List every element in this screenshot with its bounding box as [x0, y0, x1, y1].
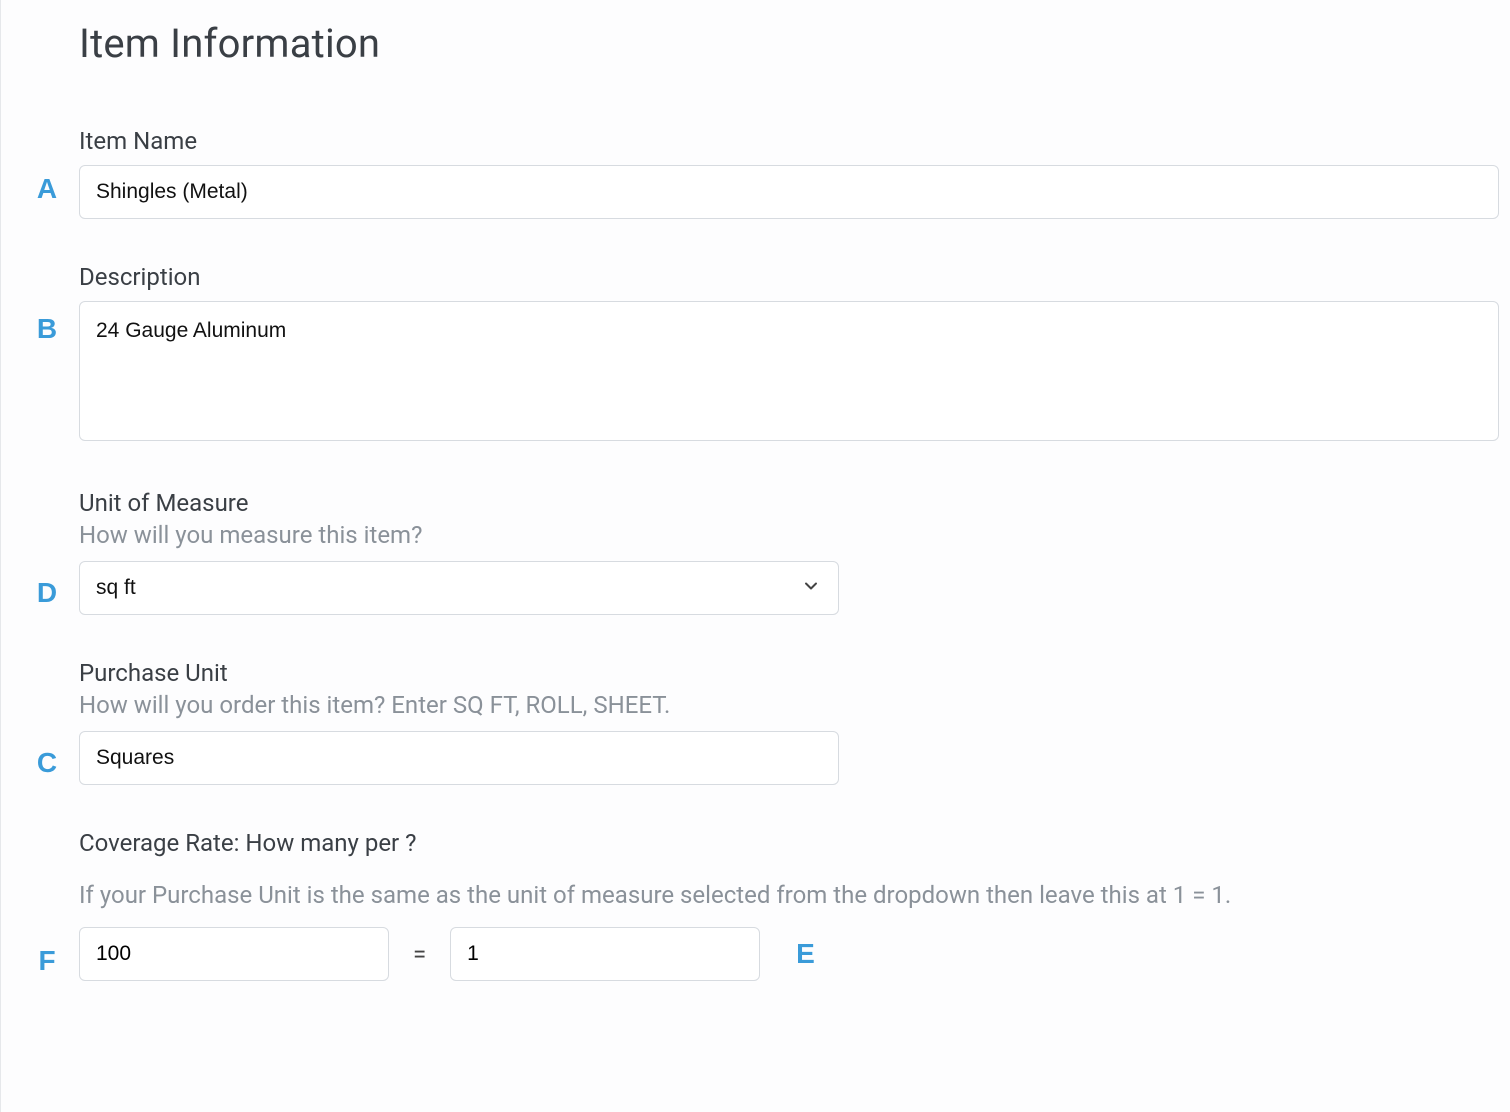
page-title: Item Information [79, 20, 1510, 67]
coverage-rate-label: Coverage Rate: How many per ? [79, 829, 1510, 857]
badge-f: F [27, 945, 67, 977]
coverage-rate-field: Coverage Rate: How many per ? If your Pu… [79, 829, 1510, 981]
unit-of-measure-select[interactable] [79, 561, 839, 615]
purchase-unit-field: Purchase Unit How will you order this it… [79, 659, 1510, 785]
unit-of-measure-label: Unit of Measure [79, 489, 1510, 517]
purchase-unit-label: Purchase Unit [79, 659, 1510, 687]
unit-of-measure-field: Unit of Measure How will you measure thi… [79, 489, 1510, 615]
coverage-rate-help: If your Purchase Unit is the same as the… [79, 881, 1510, 909]
item-name-field: Item Name A [79, 127, 1510, 219]
badge-e: E [796, 938, 815, 970]
coverage-left-input[interactable] [79, 927, 389, 981]
badge-d: D [27, 577, 67, 609]
coverage-right-input[interactable] [450, 927, 760, 981]
description-input[interactable] [79, 301, 1499, 441]
purchase-unit-help: How will you order this item? Enter SQ F… [79, 691, 1510, 719]
unit-of-measure-help: How will you measure this item? [79, 521, 1510, 549]
unit-of-measure-select-wrap [79, 561, 839, 615]
badge-a: A [27, 173, 67, 205]
description-label: Description [79, 263, 1510, 291]
description-field: Description B [79, 263, 1510, 445]
item-name-label: Item Name [79, 127, 1510, 155]
purchase-unit-input[interactable] [79, 731, 839, 785]
coverage-rate-row: = E [79, 927, 1510, 981]
badge-b: B [27, 313, 67, 345]
badge-c: C [27, 747, 67, 779]
equals-sign: = [413, 940, 426, 968]
item-name-input[interactable] [79, 165, 1499, 219]
